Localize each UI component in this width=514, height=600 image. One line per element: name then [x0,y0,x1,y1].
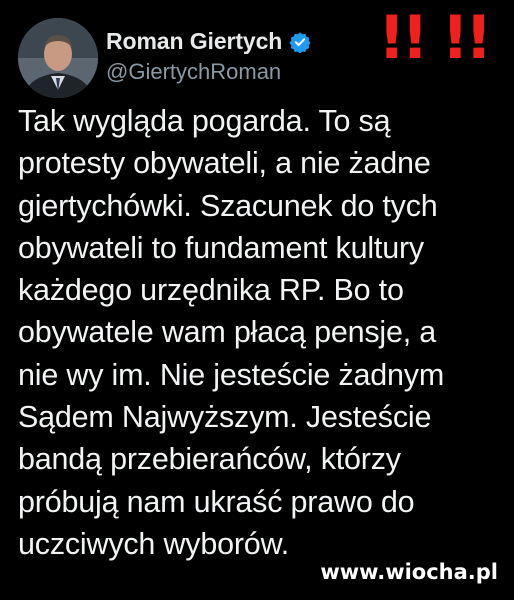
tweet-line: uczciwych wyborów. [18,526,289,561]
tweet-line: giertychówki. Szacunek do tych [18,188,438,223]
author-name[interactable]: Roman Giertych [106,28,282,55]
tweet-line: obywateli to fundament kultury [18,230,424,265]
red-exclamation-annotation: !! !! [378,3,492,73]
tweet-line: każdego urzędnika RP. Bo to [18,273,404,308]
tweet-line: protesty obywateli, a nie żadne [18,146,431,181]
avatar[interactable] [18,18,98,98]
tweet-text: Tak wygląda pogarda. To są protesty obyw… [18,100,504,565]
verified-badge-icon [289,31,311,53]
tweet-line: próbują nam ukraść prawo do [18,484,415,519]
tweet-line: Tak wygląda pogarda. To są [18,104,391,138]
tweet-header: Roman Giertych @GiertychRoman !! !! [18,8,498,98]
avatar-portrait-icon [18,18,98,98]
tweet-line: obywatele wam płacą pensje, a [18,315,437,350]
tweet-line: Sądem Najwyższym. Jesteście [18,400,432,435]
tweet-line: nie wy im. Nie jesteście żadnym [18,357,445,392]
author-handle[interactable]: @GiertychRoman [106,59,281,85]
tweet-line: bandą przebierańców, którzy [18,442,401,477]
watermark: www.wiocha.pl [320,560,498,584]
